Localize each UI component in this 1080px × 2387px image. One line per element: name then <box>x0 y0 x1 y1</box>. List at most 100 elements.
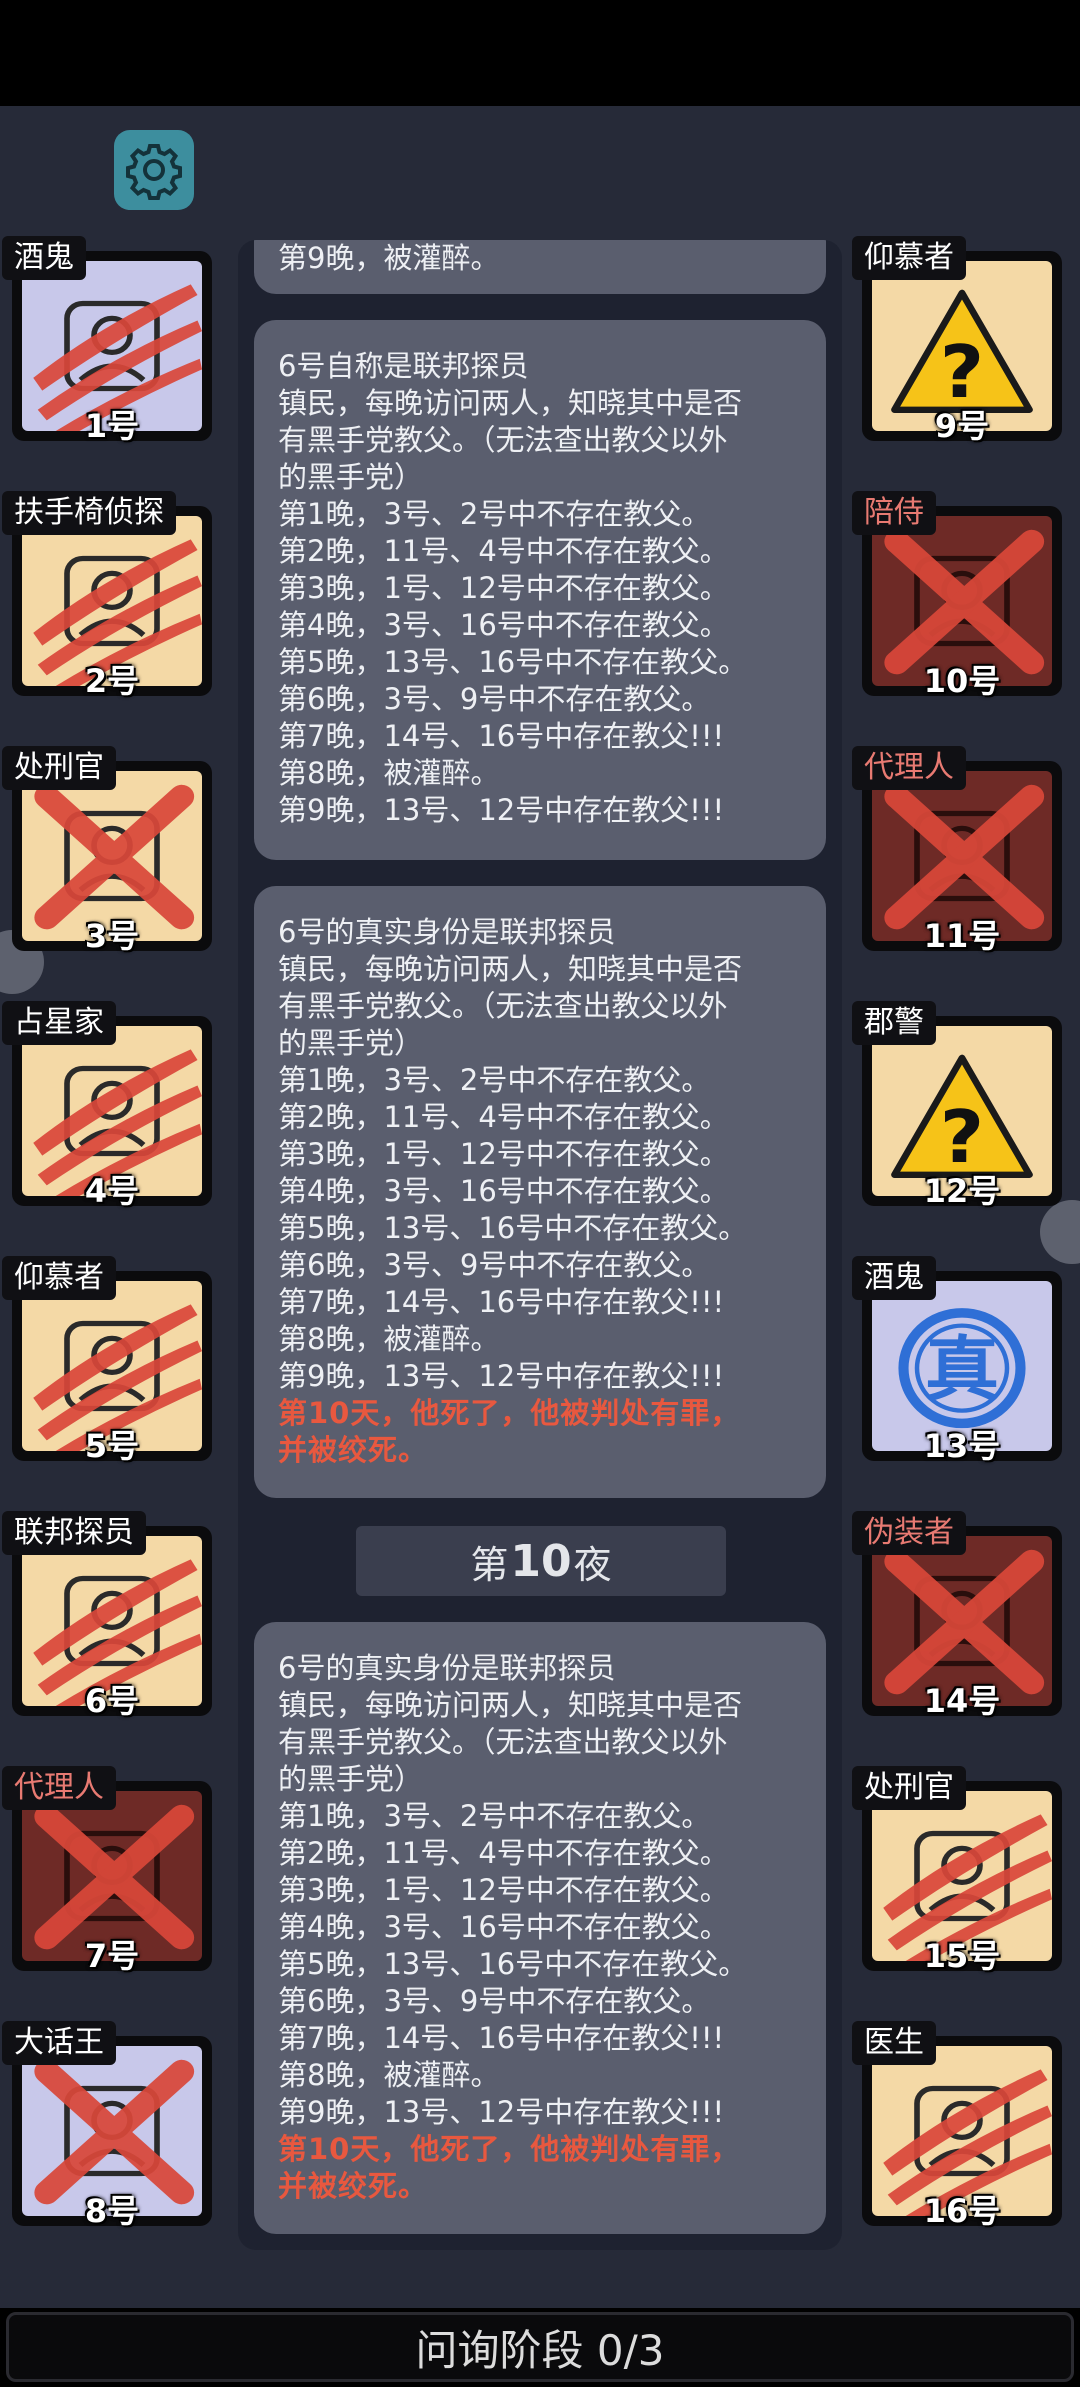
death-notice-line: 并被绞死。 <box>278 2169 429 2203</box>
log-line: 第6晚，3号、9号中不存在教父。 <box>278 682 711 716</box>
role-label: 联邦探员 <box>2 1511 146 1555</box>
player-card-5[interactable]: 真 13号 酒鬼 <box>852 1256 1062 1465</box>
log-entry: 6号自称是联邦探员 镇民，每晚访问两人，知晓其中是否 有黑手党教父。（无法查出教父以… <box>254 320 826 860</box>
log-line: 第1晚，3号、2号中不存在教父。 <box>278 1799 711 1833</box>
player-card-3[interactable]: 11号 代理人 <box>852 746 1062 955</box>
log-entry: 6号的真实身份是联邦探员 镇民，每晚访问两人，知晓其中是否 有黑手党教父。（无法查出… <box>254 1622 826 2234</box>
log-line: 镇民，每晚访问两人，知晓其中是否 <box>278 952 743 986</box>
player-card-5[interactable]: 5号 仰慕者 <box>2 1256 212 1465</box>
log-line: 第9晚，13号、12号中存在教父!!! <box>278 1359 725 1393</box>
bottom-bar: 问询阶段 0/3 <box>0 2308 1080 2387</box>
player-number: 15号 <box>923 1937 1001 1975</box>
log-line: 第1晚，3号、2号中不存在教父。 <box>278 497 711 531</box>
log-line: 第8晚，被灌醉。 <box>278 1322 500 1356</box>
log-line: 有黑手党教父。（无法查出教父以外 <box>278 423 728 457</box>
role-label: 仰慕者 <box>852 236 966 280</box>
log-line: 镇民，每晚访问两人，知晓其中是否 <box>278 1688 743 1722</box>
player-card-8[interactable]: 8号 大话王 <box>2 2021 212 2230</box>
player-card-4[interactable]: 4号 占星家 <box>2 1001 212 1210</box>
player-card-8[interactable]: 16号 医生 <box>852 2021 1062 2230</box>
log-line: 第5晚，13号、16号中不存在教父。 <box>278 1211 748 1245</box>
player-card-7[interactable]: 7号 代理人 <box>2 1766 212 1975</box>
player-card-1[interactable]: ? 9号 仰慕者 <box>852 236 1062 445</box>
player-number: 13号 <box>923 1427 1001 1465</box>
role-label: 处刑官 <box>2 746 116 790</box>
role-label: 大话王 <box>2 2021 116 2065</box>
death-notice-line: 并被绞死。 <box>278 1433 429 1467</box>
role-label: 郡警 <box>852 1001 936 1045</box>
status-bar <box>0 0 1080 106</box>
death-notice-line: 第10天，他死了，他被判处有罪， <box>278 2132 741 2166</box>
log-line: 第8晚，被灌醉。 <box>278 2058 500 2092</box>
log-line: 的黑手党） <box>278 1026 424 1060</box>
log-line: 的黑手党） <box>278 460 424 494</box>
role-label: 处刑官 <box>852 1766 966 1810</box>
log-line: 第7晚，14号、16号中存在教父!!! <box>278 2021 725 2055</box>
role-label: 扶手椅侦探 <box>2 491 176 535</box>
log-entry-partial: 第9晚，被灌醉。 <box>254 240 826 294</box>
player-card-7[interactable]: 15号 处刑官 <box>852 1766 1062 1975</box>
settings-button[interactable] <box>114 130 194 210</box>
player-number: 12号 <box>923 1172 1001 1210</box>
log-line: 第9晚，13号、12号中存在教父!!! <box>278 2095 725 2129</box>
log-line: 第6晚，3号、9号中不存在教父。 <box>278 1248 711 1282</box>
player-number: 9号 <box>934 407 990 445</box>
log-line: 6号自称是联邦探员 <box>278 349 529 383</box>
log-line: 有黑手党教父。（无法查出教父以外 <box>278 1725 728 1759</box>
player-number: 4号 <box>84 1172 140 1210</box>
player-number: 5号 <box>84 1427 140 1465</box>
player-card-6[interactable]: 14号 伪装者 <box>852 1511 1062 1720</box>
log-line: 6号的真实身份是联邦探员 <box>278 915 616 949</box>
svg-text:真: 真 <box>925 1330 999 1412</box>
role-label: 医生 <box>852 2021 936 2065</box>
log-line: 第4晚，3号、16号中不存在教父。 <box>278 1910 729 1944</box>
role-label: 酒鬼 <box>852 1256 936 1300</box>
night-header: 第 10 夜 <box>356 1526 726 1596</box>
log-line: 第2晚，11号、4号中不存在教父。 <box>278 1100 729 1134</box>
log-line: 镇民，每晚访问两人，知晓其中是否 <box>278 386 743 420</box>
player-card-4[interactable]: ? 12号 郡警 <box>852 1001 1062 1210</box>
death-notice-line: 第10天，他死了，他被判处有罪， <box>278 1396 741 1430</box>
player-card-3[interactable]: 3号 处刑官 <box>2 746 212 955</box>
log-line: 第7晚，14号、16号中存在教父!!! <box>278 719 725 753</box>
log-line: 第5晚，13号、16号中不存在教父。 <box>278 1947 748 1981</box>
role-label: 仰慕者 <box>2 1256 116 1300</box>
player-number: 10号 <box>923 662 1001 700</box>
player-card-2[interactable]: 2号 扶手椅侦探 <box>2 491 212 700</box>
role-label: 酒鬼 <box>2 236 86 280</box>
gear-icon <box>126 144 182 200</box>
log-line: 第1晚，3号、2号中不存在教父。 <box>278 1063 711 1097</box>
log-line: 第5晚，13号、16号中不存在教父。 <box>278 645 748 679</box>
role-label: 占星家 <box>2 1001 116 1045</box>
log-line: 第8晚，被灌醉。 <box>278 756 500 790</box>
log-line: 第2晚，11号、4号中不存在教父。 <box>278 1836 729 1870</box>
log-line: 第7晚，14号、16号中存在教父!!! <box>278 1285 725 1319</box>
player-number: 16号 <box>923 2192 1001 2230</box>
player-number: 1号 <box>84 407 140 445</box>
phase-indicator[interactable]: 问询阶段 0/3 <box>6 2312 1074 2382</box>
log-line: 第9晚，13号、12号中存在教父!!! <box>278 793 725 827</box>
player-number: 3号 <box>84 917 140 955</box>
player-card-1[interactable]: 1号 酒鬼 <box>2 236 212 445</box>
player-card-2[interactable]: 10号 陪侍 <box>852 491 1062 700</box>
log-line: 第4晚，3号、16号中不存在教父。 <box>278 608 729 642</box>
log-line: 6号的真实身份是联邦探员 <box>278 1651 616 1685</box>
player-number: 14号 <box>923 1682 1001 1720</box>
log-line: 第4晚，3号、16号中不存在教父。 <box>278 1174 729 1208</box>
message-log[interactable]: 第9晚，被灌醉。 6号自称是联邦探员 镇民，每晚访问两人，知晓其中是否 有黑手党教父… <box>238 240 842 2250</box>
player-number: 8号 <box>84 2192 140 2230</box>
role-label: 代理人 <box>2 1766 116 1810</box>
log-line: 第2晚，11号、4号中不存在教父。 <box>278 534 729 568</box>
log-line: 第3晚，1号、12号中不存在教父。 <box>278 1137 729 1171</box>
log-line: 第6晚，3号、9号中不存在教父。 <box>278 1984 711 2018</box>
role-label: 伪装者 <box>852 1511 966 1555</box>
role-label: 陪侍 <box>852 491 936 535</box>
role-label: 代理人 <box>852 746 966 790</box>
log-line: 第3晚，1号、12号中不存在教父。 <box>278 1873 729 1907</box>
log-entry: 6号的真实身份是联邦探员 镇民，每晚访问两人，知晓其中是否 有黑手党教父。（无法查出… <box>254 886 826 1498</box>
player-card-6[interactable]: 6号 联邦探员 <box>2 1511 212 1720</box>
player-number: 6号 <box>84 1682 140 1720</box>
player-number: 7号 <box>84 1937 140 1975</box>
log-line: 有黑手党教父。（无法查出教父以外 <box>278 989 728 1023</box>
log-line: 的黑手党） <box>278 1762 424 1796</box>
